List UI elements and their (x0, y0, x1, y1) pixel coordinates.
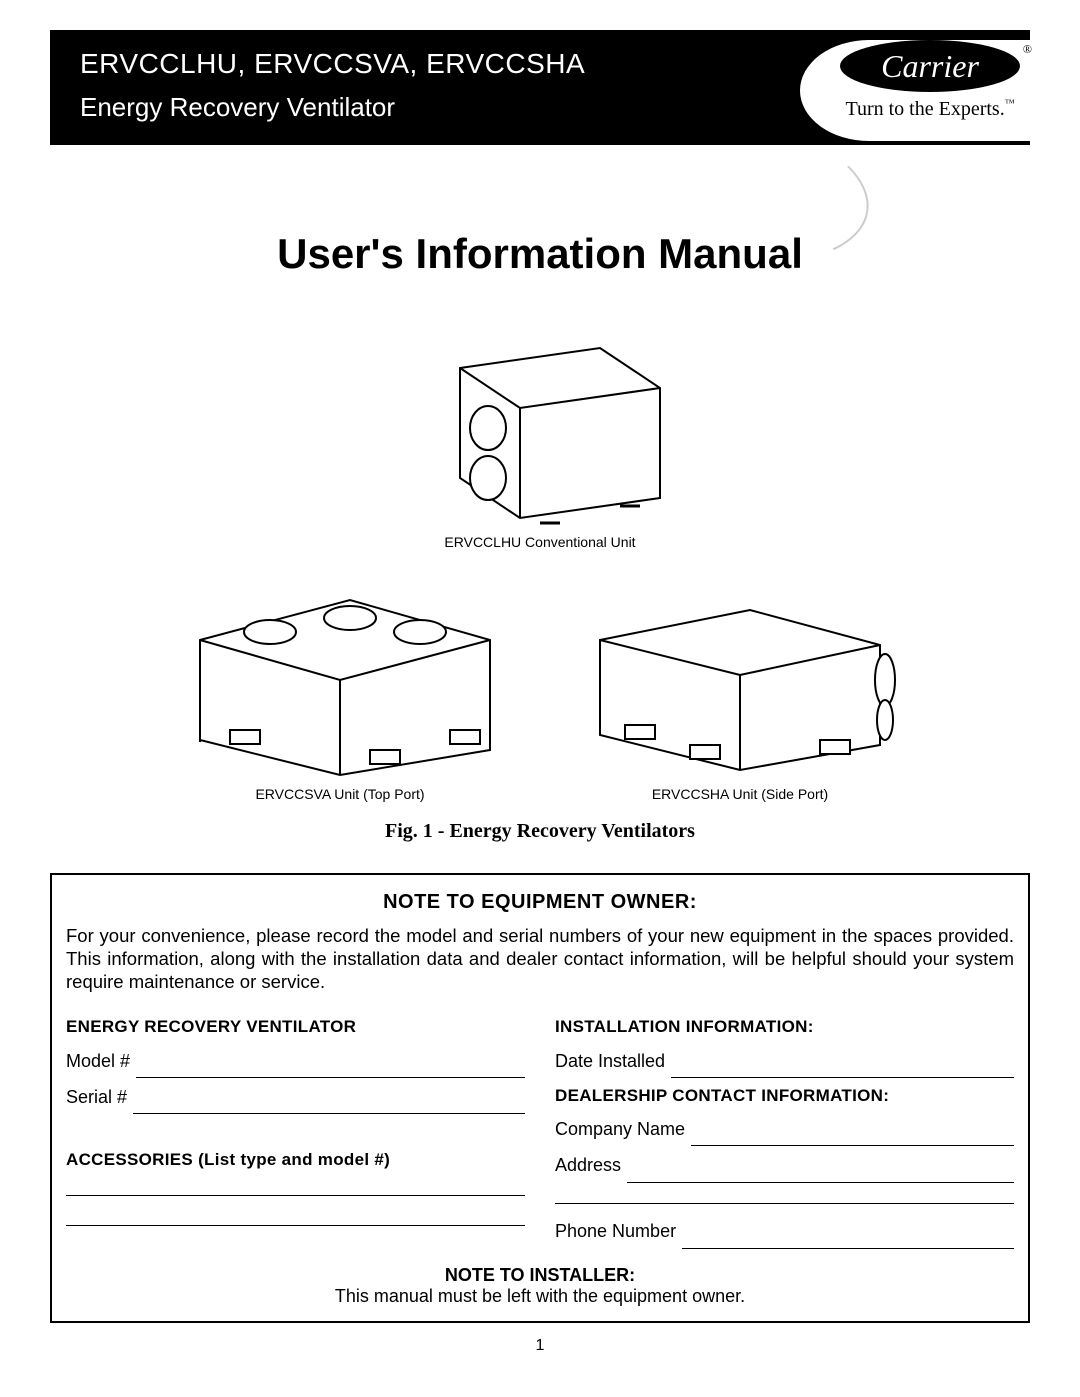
date-installed-line[interactable] (671, 1058, 1014, 1078)
date-installed-field[interactable]: Date Installed (555, 1044, 1014, 1078)
note-left-column: ENERGY RECOVERY VENTILATOR Model # Seria… (66, 1011, 525, 1250)
accessories-line-2[interactable] (66, 1206, 525, 1226)
erv-heading: ENERGY RECOVERY VENTILATOR (66, 1011, 525, 1043)
serial-field[interactable]: Serial # (66, 1080, 525, 1114)
model-field[interactable]: Model # (66, 1044, 525, 1078)
date-installed-label: Date Installed (555, 1044, 665, 1078)
model-input-line[interactable] (136, 1058, 525, 1078)
note-right-column: INSTALLATION INFORMATION: Date Installed… (555, 1011, 1014, 1250)
figure-3-caption: ERVCCSHA Unit (Side Port) (570, 786, 910, 802)
page-number: 1 (50, 1337, 1030, 1355)
company-name-field[interactable]: Company Name (555, 1112, 1014, 1146)
brand-tagline: Turn to the Experts.™ (840, 98, 1020, 121)
figure-unit-3: ERVCCSHA Unit (Side Port) (570, 570, 910, 802)
brand-logo-block: Carrier Turn to the Experts.™ (800, 40, 1030, 141)
address-line-2[interactable] (555, 1185, 1014, 1205)
accessories-line-1[interactable] (66, 1176, 525, 1196)
company-name-line[interactable] (691, 1127, 1014, 1147)
company-name-label: Company Name (555, 1112, 685, 1146)
ervccsha-unit-icon (570, 570, 910, 780)
phone-line[interactable] (682, 1229, 1014, 1249)
accessories-heading: ACCESSORIES (List type and model #) (66, 1144, 525, 1176)
model-label: Model # (66, 1044, 130, 1078)
carrier-logo-icon: Carrier (840, 40, 1020, 92)
owner-note-box: NOTE TO EQUIPMENT OWNER: For your conven… (50, 873, 1030, 1323)
ervccsva-unit-icon (170, 570, 510, 780)
brand-name: Carrier (881, 48, 979, 85)
figure-unit-2: ERVCCSVA Unit (Top Port) (170, 570, 510, 802)
figure-main-caption: Fig. 1 - Energy Recovery Ventilators (50, 820, 1030, 843)
ervcclhu-unit-icon (400, 328, 680, 528)
serial-input-line[interactable] (133, 1094, 525, 1114)
document-header: ERVCCLHU, ERVCCSVA, ERVCCSHA Energy Reco… (50, 30, 1030, 160)
figure-1-caption: ERVCCLHU Conventional Unit (50, 534, 1030, 550)
address-label: Address (555, 1148, 621, 1182)
dealer-info-heading: DEALERSHIP CONTACT INFORMATION: (555, 1080, 1014, 1112)
figure-unit-1: ERVCCLHU Conventional Unit (50, 328, 1030, 550)
serial-label: Serial # (66, 1080, 127, 1114)
figure-block: ERVCCLHU Conventional Unit ERVCCSVA Unit (50, 328, 1030, 843)
address-line-1[interactable] (627, 1163, 1014, 1183)
figure-2-caption: ERVCCSVA Unit (Top Port) (170, 786, 510, 802)
document-title: User's Information Manual (50, 230, 1030, 278)
installer-note-text: This manual must be left with the equipm… (66, 1286, 1014, 1307)
phone-field[interactable]: Phone Number (555, 1214, 1014, 1248)
address-field[interactable]: Address (555, 1148, 1014, 1182)
installer-note: NOTE TO INSTALLER: This manual must be l… (66, 1265, 1014, 1307)
install-info-heading: INSTALLATION INFORMATION: (555, 1011, 1014, 1043)
phone-label: Phone Number (555, 1214, 676, 1248)
installer-note-heading: NOTE TO INSTALLER: (66, 1265, 1014, 1286)
owner-note-text: For your convenience, please record the … (66, 924, 1014, 993)
owner-note-title: NOTE TO EQUIPMENT OWNER: (66, 891, 1014, 914)
